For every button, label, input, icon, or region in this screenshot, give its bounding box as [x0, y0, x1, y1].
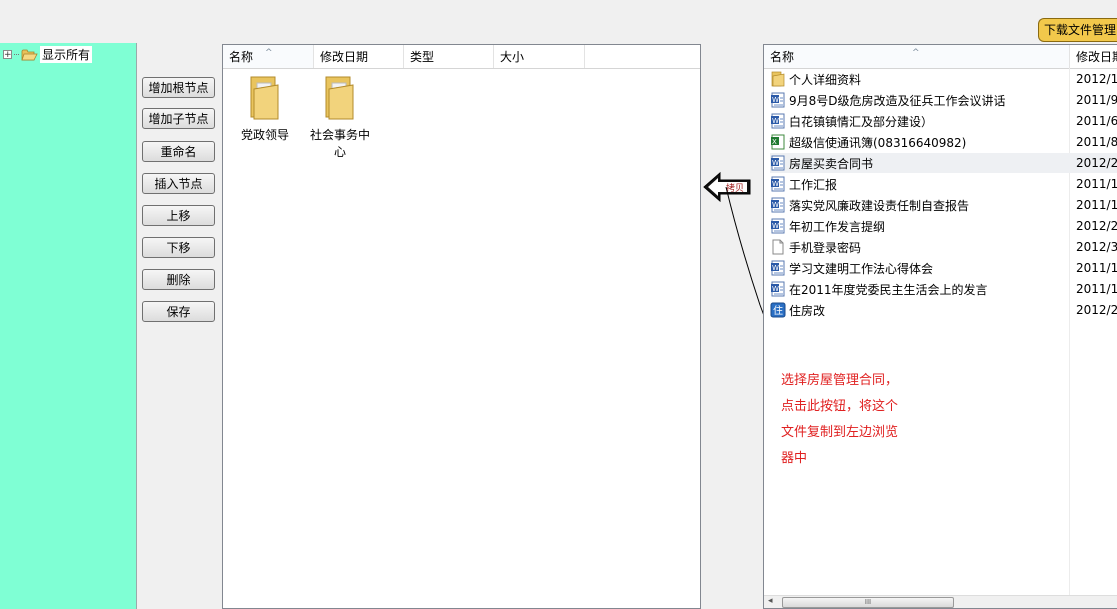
column-type[interactable]: 类型 — [404, 45, 494, 68]
file-date: 2012/2 — [1076, 303, 1117, 317]
column-header: 名称 ^ 修改日期 — [764, 45, 1117, 69]
sort-up-icon: ^ — [265, 48, 273, 58]
file-name: 9月8号D级危房改造及征兵工作会议讲话 — [789, 93, 1006, 108]
move-up-button[interactable]: 上移 — [142, 205, 215, 226]
word-doc-icon: W — [770, 197, 789, 213]
folder-item[interactable]: 社会事务中心 — [305, 75, 375, 160]
file-date: 2011/1 — [1076, 282, 1117, 296]
file-row[interactable]: W 9月8号D级危房改造及征兵工作会议讲话 2011/9 — [770, 90, 1117, 110]
move-down-button[interactable]: 下移 — [142, 237, 215, 258]
folder-label: 社会事务中心 — [309, 128, 370, 159]
file-date: 2011/6 — [1076, 114, 1117, 128]
file-date: 2011/9 — [1076, 93, 1117, 107]
word-doc-icon: W — [770, 260, 789, 276]
add-root-node-button[interactable]: 增加根节点 — [142, 77, 215, 98]
file-name: 超级信使通讯簿(08316640982) — [789, 135, 967, 150]
folder-icon — [770, 71, 789, 87]
svg-text:W: W — [772, 180, 779, 188]
file-row[interactable]: 住住房改 2012/2 — [770, 300, 1117, 320]
column-modified[interactable]: 修改日期 — [1070, 45, 1117, 68]
text-doc-icon — [770, 239, 789, 255]
svg-text:W: W — [772, 264, 779, 272]
app-icon: 住 — [770, 302, 789, 318]
word-doc-icon: W — [770, 176, 789, 192]
word-doc-icon: W — [770, 155, 789, 171]
file-row[interactable]: W 工作汇报 2011/1 — [770, 174, 1117, 194]
scroll-left-icon[interactable]: ◂ — [768, 596, 773, 606]
delete-button[interactable]: 删除 — [142, 269, 215, 290]
file-name: 白花镇镇情汇及部分建设） — [789, 114, 934, 129]
file-row[interactable]: W 白花镇镇情汇及部分建设） 2011/6 — [770, 111, 1117, 131]
file-name: 学习文建明工作法心得体会 — [789, 261, 934, 276]
column-name[interactable]: 名称 ^ — [223, 45, 314, 68]
file-name: 手机登录密码 — [789, 240, 862, 255]
file-row[interactable]: 手机登录密码 2012/3 — [770, 237, 1117, 257]
word-doc-icon: W — [770, 218, 789, 234]
insert-node-button[interactable]: 插入节点 — [142, 173, 215, 194]
word-doc-icon: W — [770, 113, 789, 129]
column-size[interactable]: 大小 — [494, 45, 585, 68]
column-name[interactable]: 名称 ^ — [764, 45, 1070, 68]
file-name: 工作汇报 — [789, 177, 838, 192]
folder-label: 党政领导 — [240, 128, 289, 142]
folder-icon — [250, 76, 279, 120]
download-manager-tab[interactable]: 下载文件管理 — [1038, 18, 1117, 42]
folder-tree-panel[interactable]: + 显示所有 — [0, 43, 137, 609]
tree-connector — [14, 54, 19, 55]
sort-up-icon: ^ — [912, 48, 920, 58]
file-name: 房屋买卖合同书 — [789, 156, 874, 171]
excel-doc-icon: X — [770, 134, 789, 150]
file-row[interactable]: W 年初工作发言提纲 2012/2 — [770, 216, 1117, 236]
svg-text:X: X — [772, 138, 777, 146]
horizontal-scrollbar[interactable]: ◂ III — [764, 595, 1117, 608]
file-date: 2011/1 — [1076, 177, 1117, 191]
svg-text:住: 住 — [773, 304, 783, 317]
file-row[interactable]: 个人详细资料 2012/1 — [770, 69, 1117, 89]
folder-icon — [325, 76, 354, 120]
expand-icon[interactable]: + — [3, 50, 12, 60]
file-date: 2011/1 — [1076, 261, 1117, 275]
svg-text:W: W — [772, 159, 779, 167]
rename-button[interactable]: 重命名 — [142, 141, 215, 162]
file-date: 2011/1 — [1076, 198, 1117, 212]
svg-text:W: W — [772, 201, 779, 209]
file-date: 2012/2 — [1076, 156, 1117, 170]
file-date: 2012/2 — [1076, 219, 1117, 233]
word-doc-icon: W — [770, 281, 789, 297]
file-date: 2011/8 — [1076, 135, 1117, 149]
left-file-browser[interactable]: 名称 ^ 修改日期 类型 大小 党政领导 社会事务中心 — [222, 44, 701, 609]
open-folder-icon — [21, 49, 38, 60]
file-name: 个人详细资料 — [789, 72, 862, 87]
svg-text:W: W — [772, 96, 779, 104]
annotation-text: 选择房屋管理合同， 点击此按钮，将这个 文件复制到左边浏览 器中 — [781, 373, 899, 466]
column-modified[interactable]: 修改日期 — [314, 45, 404, 68]
tree-node-label[interactable]: 显示所有 — [40, 46, 93, 63]
file-name: 在2011年度党委民主生活会上的发言 — [789, 282, 988, 297]
svg-text:W: W — [772, 222, 779, 230]
file-row[interactable]: X 超级信使通讯簿(08316640982) 2011/8 — [770, 132, 1117, 152]
file-name: 住房改 — [789, 303, 826, 318]
scroll-thumb[interactable]: III — [782, 597, 954, 608]
svg-text:W: W — [772, 117, 779, 125]
save-button[interactable]: 保存 — [142, 301, 215, 322]
column-header: 名称 ^ 修改日期 类型 大小 — [223, 45, 700, 69]
word-doc-icon: W — [770, 92, 789, 108]
svg-text:W: W — [772, 285, 779, 293]
file-row[interactable]: W 落实党风廉政建设责任制自查报告 2011/1 — [770, 195, 1117, 215]
tree-node-root[interactable]: + 显示所有 — [3, 46, 93, 63]
file-row[interactable]: W 学习文建明工作法心得体会 2011/1 — [770, 258, 1117, 278]
add-child-node-button[interactable]: 增加子节点 — [142, 108, 215, 129]
right-file-browser[interactable]: 名称 ^ 修改日期 个人详细资料 2012/1 W 9月8号D级危房改造及征兵工作会议… — [763, 44, 1117, 609]
file-name: 落实党风廉政建设责任制自查报告 — [789, 198, 970, 213]
folder-item[interactable]: 党政领导 — [230, 75, 300, 143]
file-date: 2012/1 — [1076, 72, 1117, 86]
file-row[interactable]: W 房屋买卖合同书 2012/2 — [770, 153, 1117, 173]
file-row[interactable]: W 在2011年度党委民主生活会上的发言 2011/1 — [770, 279, 1117, 299]
file-date: 2012/3 — [1076, 240, 1117, 254]
file-name: 年初工作发言提纲 — [789, 219, 886, 234]
